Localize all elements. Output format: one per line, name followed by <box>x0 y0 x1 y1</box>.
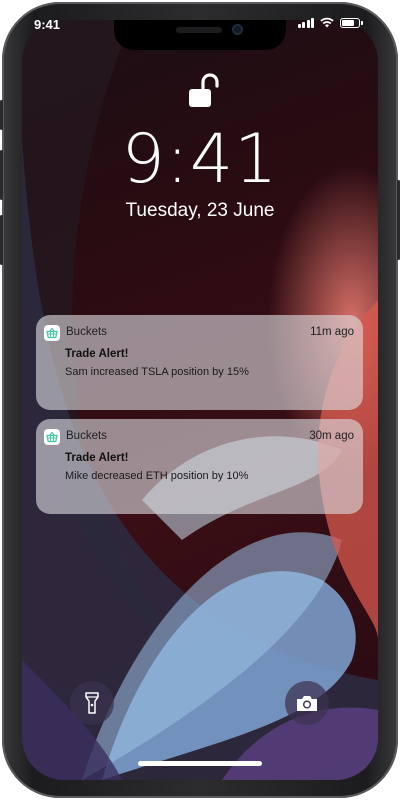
camera-icon <box>297 695 317 711</box>
front-camera <box>232 24 243 35</box>
wifi-icon <box>320 17 334 28</box>
notification-body: Sam increased TSLA position by 15% <box>65 366 249 378</box>
notification-title: Trade Alert! <box>65 452 129 464</box>
notification-card[interactable]: Buckets 30m ago Trade Alert! Mike decrea… <box>36 419 363 514</box>
notch <box>114 20 286 50</box>
unlocked-padlock-icon <box>189 73 219 107</box>
notification-app-name: Buckets <box>66 430 107 442</box>
notification-time: 30m ago <box>309 430 354 442</box>
speaker-grille <box>176 27 222 33</box>
battery-icon <box>340 17 363 28</box>
cellular-signal-icon <box>297 17 314 28</box>
buckets-app-icon <box>44 429 60 445</box>
notification-card[interactable]: Buckets 11m ago Trade Alert! Sam increas… <box>36 315 363 410</box>
volume-down-button <box>0 215 3 265</box>
home-indicator[interactable] <box>138 761 262 766</box>
camera-button[interactable] <box>285 681 329 725</box>
flashlight-icon <box>85 692 99 714</box>
notification-time: 11m ago <box>310 326 354 338</box>
flashlight-button[interactable] <box>70 681 114 725</box>
buckets-app-icon <box>44 325 60 341</box>
status-bar-time: 9:41 <box>34 17 61 32</box>
lock-screen-date: Tuesday, 23 June <box>125 200 275 221</box>
notification-body: Mike decreased ETH position by 10% <box>65 470 249 482</box>
notification-title: Trade Alert! <box>65 348 129 360</box>
notification-app-name: Buckets <box>66 326 107 338</box>
status-bar-icons <box>297 17 363 28</box>
lock-screen-clock: 9:41 <box>121 120 279 199</box>
